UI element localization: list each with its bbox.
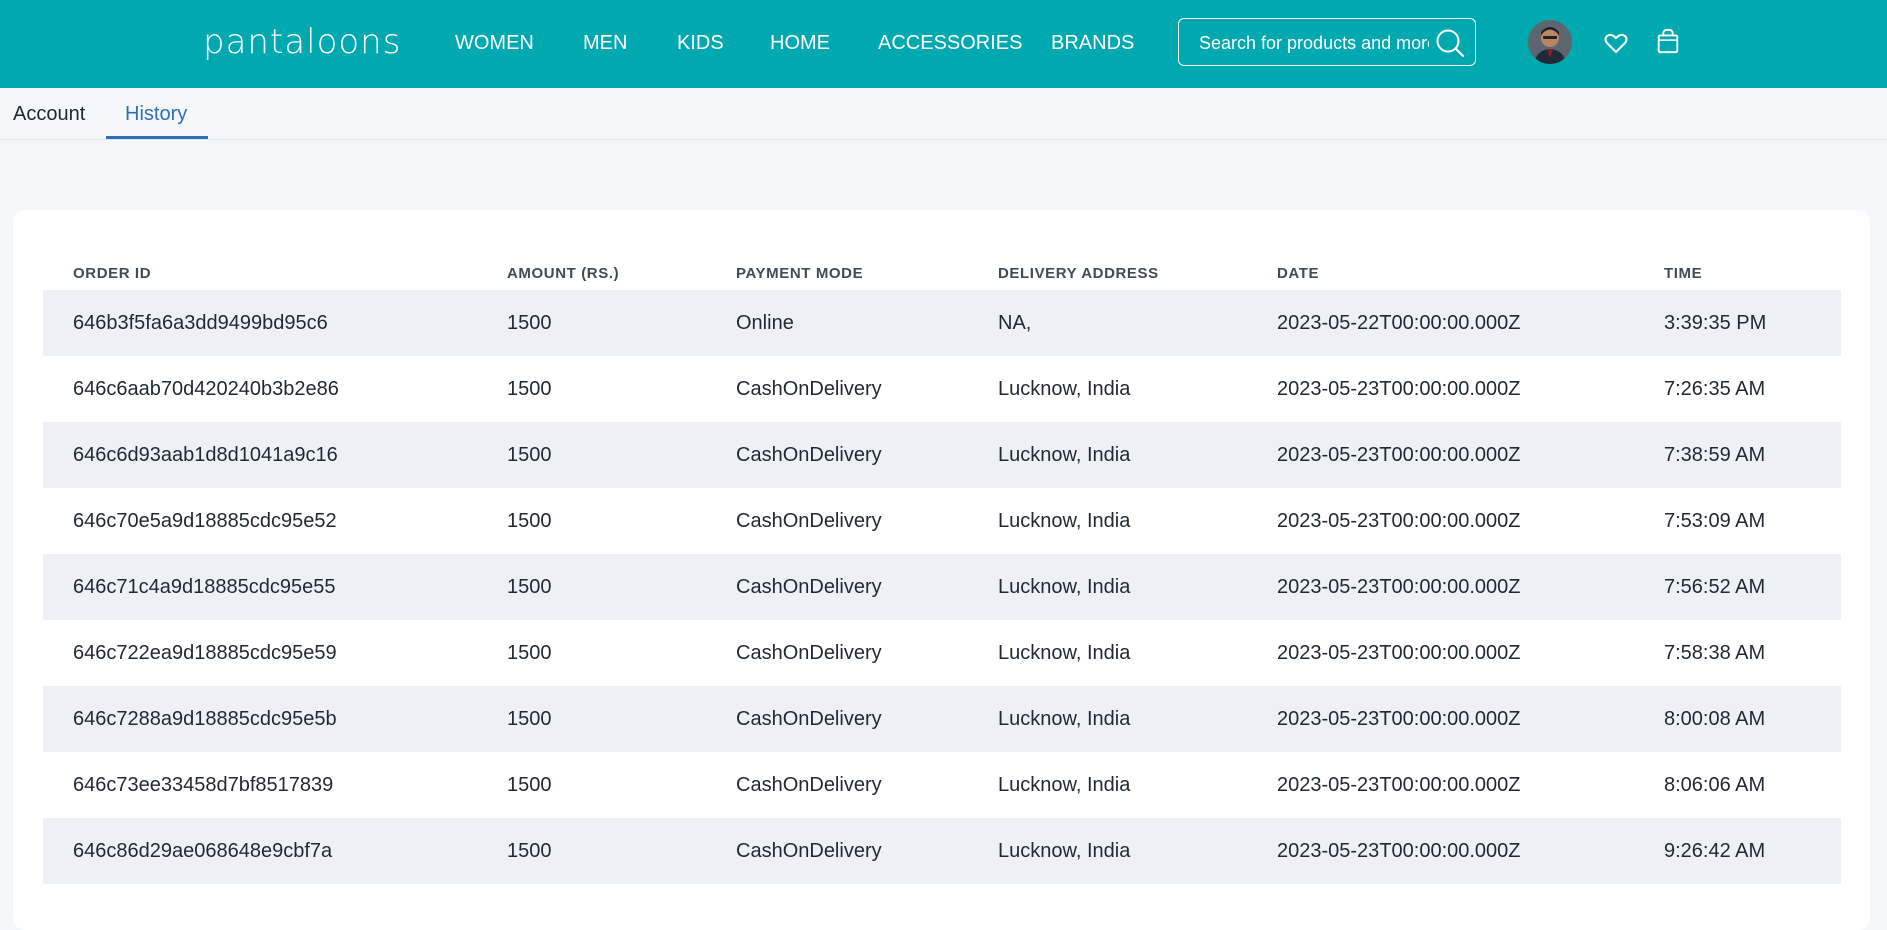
nav-item-kids[interactable]: KIDS xyxy=(677,30,724,56)
delivery-address-cell: NA, xyxy=(998,312,1032,334)
active-tab-indicator xyxy=(106,136,208,139)
delivery-address-cell: Lucknow, India xyxy=(998,840,1131,862)
nav-item-men[interactable]: MEN xyxy=(583,30,627,56)
delivery-address-cell: Lucknow, India xyxy=(998,642,1131,664)
table-row: 646c86d29ae068648e9cbf7a 1500 CashOnDeli… xyxy=(43,818,1841,884)
brand-logo[interactable]: pantaloons xyxy=(203,22,401,62)
payment-mode-cell: CashOnDelivery xyxy=(736,708,882,730)
time-cell: 7:56:52 AM xyxy=(1664,576,1766,598)
date-cell: 2023-05-22T00:00:00.000Z xyxy=(1277,312,1521,334)
delivery-address-cell: Lucknow, India xyxy=(998,444,1131,466)
nav-item-brands[interactable]: BRANDS xyxy=(1051,30,1134,56)
amount-cell: 1500 xyxy=(507,378,552,400)
time-cell: 7:38:59 AM xyxy=(1664,444,1766,466)
date-cell: 2023-05-23T00:00:00.000Z xyxy=(1277,840,1521,862)
amount-cell: 1500 xyxy=(507,312,552,334)
column-header-time: TIME xyxy=(1664,265,1703,282)
order-id-cell: 646c6aab70d420240b3b2e86 xyxy=(73,378,339,400)
table-row: 646c6d93aab1d8d1041a9c16 1500 CashOnDeli… xyxy=(43,422,1841,488)
order-id-cell: 646c71c4a9d18885cdc95e55 xyxy=(73,576,336,598)
amount-cell: 1500 xyxy=(507,444,552,466)
payment-mode-cell: CashOnDelivery xyxy=(736,642,882,664)
column-header-amount: AMOUNT (RS.) xyxy=(507,265,620,282)
avatar-image xyxy=(1528,20,1572,64)
delivery-address-cell: Lucknow, India xyxy=(998,708,1131,730)
amount-cell: 1500 xyxy=(507,708,552,730)
time-cell: 3:39:35 PM xyxy=(1664,312,1767,334)
nav-item-women[interactable]: WOMEN xyxy=(455,30,534,56)
date-cell: 2023-05-23T00:00:00.000Z xyxy=(1277,444,1521,466)
amount-cell: 1500 xyxy=(507,576,552,598)
time-cell: 8:00:08 AM xyxy=(1664,708,1766,730)
payment-mode-cell: CashOnDelivery xyxy=(736,840,882,862)
payment-mode-cell: CashOnDelivery xyxy=(736,444,882,466)
delivery-address-cell: Lucknow, India xyxy=(998,378,1131,400)
table-row: 646c70e5a9d18885cdc95e52 1500 CashOnDeli… xyxy=(43,488,1841,554)
payment-mode-cell: Online xyxy=(736,312,794,334)
time-cell: 8:06:06 AM xyxy=(1664,774,1766,796)
table-row: 646b3f5fa6a3dd9499bd95c6 1500 Online NA,… xyxy=(43,290,1841,356)
search-box xyxy=(1178,18,1476,66)
order-id-cell: 646c722ea9d18885cdc95e59 xyxy=(73,642,337,664)
order-id-cell: 646b3f5fa6a3dd9499bd95c6 xyxy=(73,312,328,334)
search-input[interactable] xyxy=(1197,30,1431,56)
order-id-cell: 646c73ee33458d7bf8517839 xyxy=(73,774,334,796)
date-cell: 2023-05-23T00:00:00.000Z xyxy=(1277,378,1521,400)
shopping-bag-icon[interactable] xyxy=(1655,28,1681,54)
avatar[interactable] xyxy=(1528,20,1572,64)
payment-mode-cell: CashOnDelivery xyxy=(736,774,882,796)
delivery-address-cell: Lucknow, India xyxy=(998,576,1131,598)
search-icon[interactable] xyxy=(1435,28,1465,58)
delivery-address-cell: Lucknow, India xyxy=(998,510,1131,532)
time-cell: 7:26:35 AM xyxy=(1664,378,1766,400)
date-cell: 2023-05-23T00:00:00.000Z xyxy=(1277,708,1521,730)
table-row: 646c722ea9d18885cdc95e59 1500 CashOnDeli… xyxy=(43,620,1841,686)
date-cell: 2023-05-23T00:00:00.000Z xyxy=(1277,642,1521,664)
amount-cell: 1500 xyxy=(507,510,552,532)
payment-mode-cell: CashOnDelivery xyxy=(736,576,882,598)
table-row: 646c73ee33458d7bf8517839 1500 CashOnDeli… xyxy=(43,752,1841,818)
column-header-order-id: ORDER ID xyxy=(73,265,152,282)
order-id-cell: 646c70e5a9d18885cdc95e52 xyxy=(73,510,337,532)
column-header-payment-mode: PAYMENT MODE xyxy=(736,265,864,282)
order-table-body: 646b3f5fa6a3dd9499bd95c6 1500 Online NA,… xyxy=(43,290,1841,884)
heart-icon[interactable] xyxy=(1603,30,1629,56)
nav-item-home[interactable]: HOME xyxy=(770,30,830,56)
table-row: 646c7288a9d18885cdc95e5b 1500 CashOnDeli… xyxy=(43,686,1841,752)
delivery-address-cell: Lucknow, India xyxy=(998,774,1131,796)
tab-history[interactable]: History xyxy=(125,102,187,126)
column-header-delivery-address: DELIVERY ADDRESS xyxy=(998,265,1159,282)
time-cell: 7:53:09 AM xyxy=(1664,510,1766,532)
nav-item-accessories[interactable]: ACCESSORIES xyxy=(878,30,1022,56)
date-cell: 2023-05-23T00:00:00.000Z xyxy=(1277,510,1521,532)
date-cell: 2023-05-23T00:00:00.000Z xyxy=(1277,576,1521,598)
amount-cell: 1500 xyxy=(507,840,552,862)
time-cell: 9:26:42 AM xyxy=(1664,840,1766,862)
column-header-date: DATE xyxy=(1277,265,1320,282)
date-cell: 2023-05-23T00:00:00.000Z xyxy=(1277,774,1521,796)
top-navigation-bar: pantaloons WOMEN MEN KIDS HOME ACCESSORI… xyxy=(0,0,1887,88)
order-id-cell: 646c86d29ae068648e9cbf7a xyxy=(73,840,333,862)
table-row: 646c6aab70d420240b3b2e86 1500 CashOnDeli… xyxy=(43,356,1841,422)
amount-cell: 1500 xyxy=(507,774,552,796)
order-id-cell: 646c7288a9d18885cdc95e5b xyxy=(73,708,337,730)
time-cell: 7:58:38 AM xyxy=(1664,642,1766,664)
account-tabs: Account History xyxy=(0,88,1887,140)
payment-mode-cell: CashOnDelivery xyxy=(736,378,882,400)
table-header: ORDER ID AMOUNT (RS.) PAYMENT MODE DELIV… xyxy=(43,256,1841,292)
tab-account[interactable]: Account xyxy=(13,102,85,126)
payment-mode-cell: CashOnDelivery xyxy=(736,510,882,532)
table-row: 646c71c4a9d18885cdc95e55 1500 CashOnDeli… xyxy=(43,554,1841,620)
amount-cell: 1500 xyxy=(507,642,552,664)
order-history-card: ORDER ID AMOUNT (RS.) PAYMENT MODE DELIV… xyxy=(13,210,1870,930)
order-id-cell: 646c6d93aab1d8d1041a9c16 xyxy=(73,444,338,466)
